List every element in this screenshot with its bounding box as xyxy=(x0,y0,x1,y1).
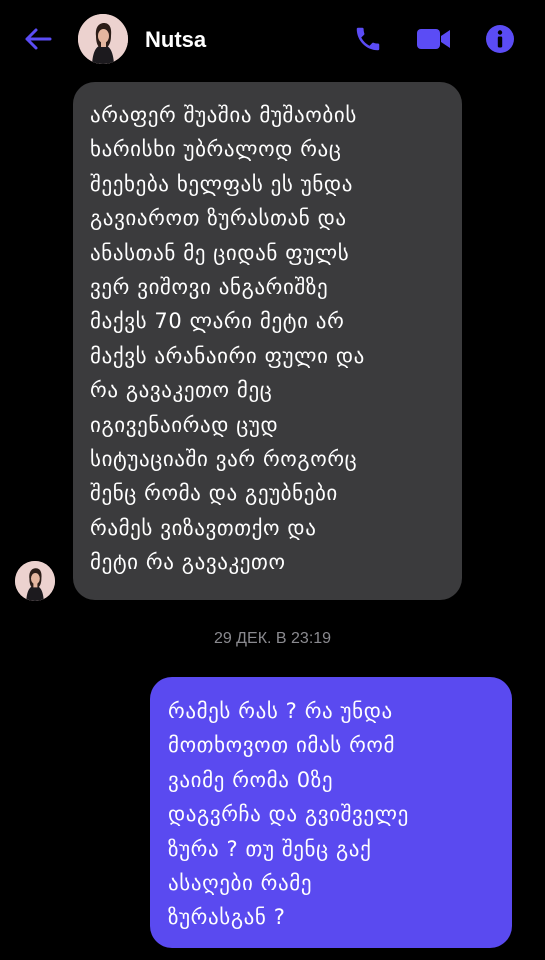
message-line: ასაღები რამე xyxy=(168,871,313,896)
chat-screen: Nutsa არაფერ შუაშია მუშაობის ხარისხი უბრ… xyxy=(0,0,545,960)
message-line: ვერ ვიშოვი ანგარიშზე xyxy=(90,275,329,300)
contact-name[interactable]: Nutsa xyxy=(145,26,206,54)
message-line: შეეხება ხელფას ეს უნდა xyxy=(90,171,353,196)
message-line: ანასთან მე ციდან ფულს xyxy=(90,240,350,265)
message-line: შენც რომა და გეუბნები xyxy=(90,481,338,506)
sender-avatar[interactable] xyxy=(15,561,55,601)
back-button[interactable] xyxy=(22,23,54,55)
outgoing-message-bubble[interactable]: რამეს რას ? რა უნდა მოთხოვოთ იმას რომ ვა… xyxy=(150,677,512,948)
message-line: ვაიმე რომა 0ზე xyxy=(168,767,334,792)
message-line: სიტუაციაში ვარ როგორც xyxy=(90,447,358,472)
message-line: რამეს რას ? რა უნდა xyxy=(168,699,393,723)
message-line: ზურა ? თუ შენც გაქ xyxy=(168,836,372,861)
arrow-left-icon xyxy=(25,28,52,50)
info-button[interactable] xyxy=(482,22,518,56)
message-line: ხარისხი უბრალოდ რაც xyxy=(90,137,342,162)
message-line: გავიაროთ ზურასთან და xyxy=(90,206,347,231)
message-line: მაქვს 70 ლარი მეტი არ xyxy=(90,309,345,334)
avatar-photo xyxy=(15,561,55,601)
info-icon xyxy=(486,25,514,53)
message-line: რა გავაკეთო მეც xyxy=(90,378,273,403)
message-line: არაფერ შუაშია მუშაობის xyxy=(90,103,357,127)
message-line: რამეს ვიზავთთქო და xyxy=(90,515,317,540)
message-line: დაგვრჩა და გვიშველე xyxy=(168,802,409,827)
message-line: იგივენაირად ცუდ xyxy=(90,412,279,437)
video-camera-icon xyxy=(417,29,450,49)
chat-header: Nutsa xyxy=(0,0,545,78)
phone-icon xyxy=(356,27,380,51)
call-button[interactable] xyxy=(350,22,386,56)
message-line: მაქვს არანაირი ფული და xyxy=(90,343,365,368)
avatar-photo xyxy=(78,14,128,64)
message-line: მეტი რა გავაკეთო xyxy=(90,550,286,575)
contact-avatar[interactable] xyxy=(78,14,128,64)
message-line: ზურასგან ? xyxy=(168,905,286,930)
message-line: მოთხოვოთ იმას რომ xyxy=(168,733,396,758)
message-timestamp: 29 ДЕК. В 23:19 xyxy=(213,630,332,647)
video-call-button[interactable] xyxy=(416,22,452,56)
incoming-message-bubble[interactable]: არაფერ შუაშია მუშაობის ხარისხი უბრალოდ რ… xyxy=(73,82,462,600)
